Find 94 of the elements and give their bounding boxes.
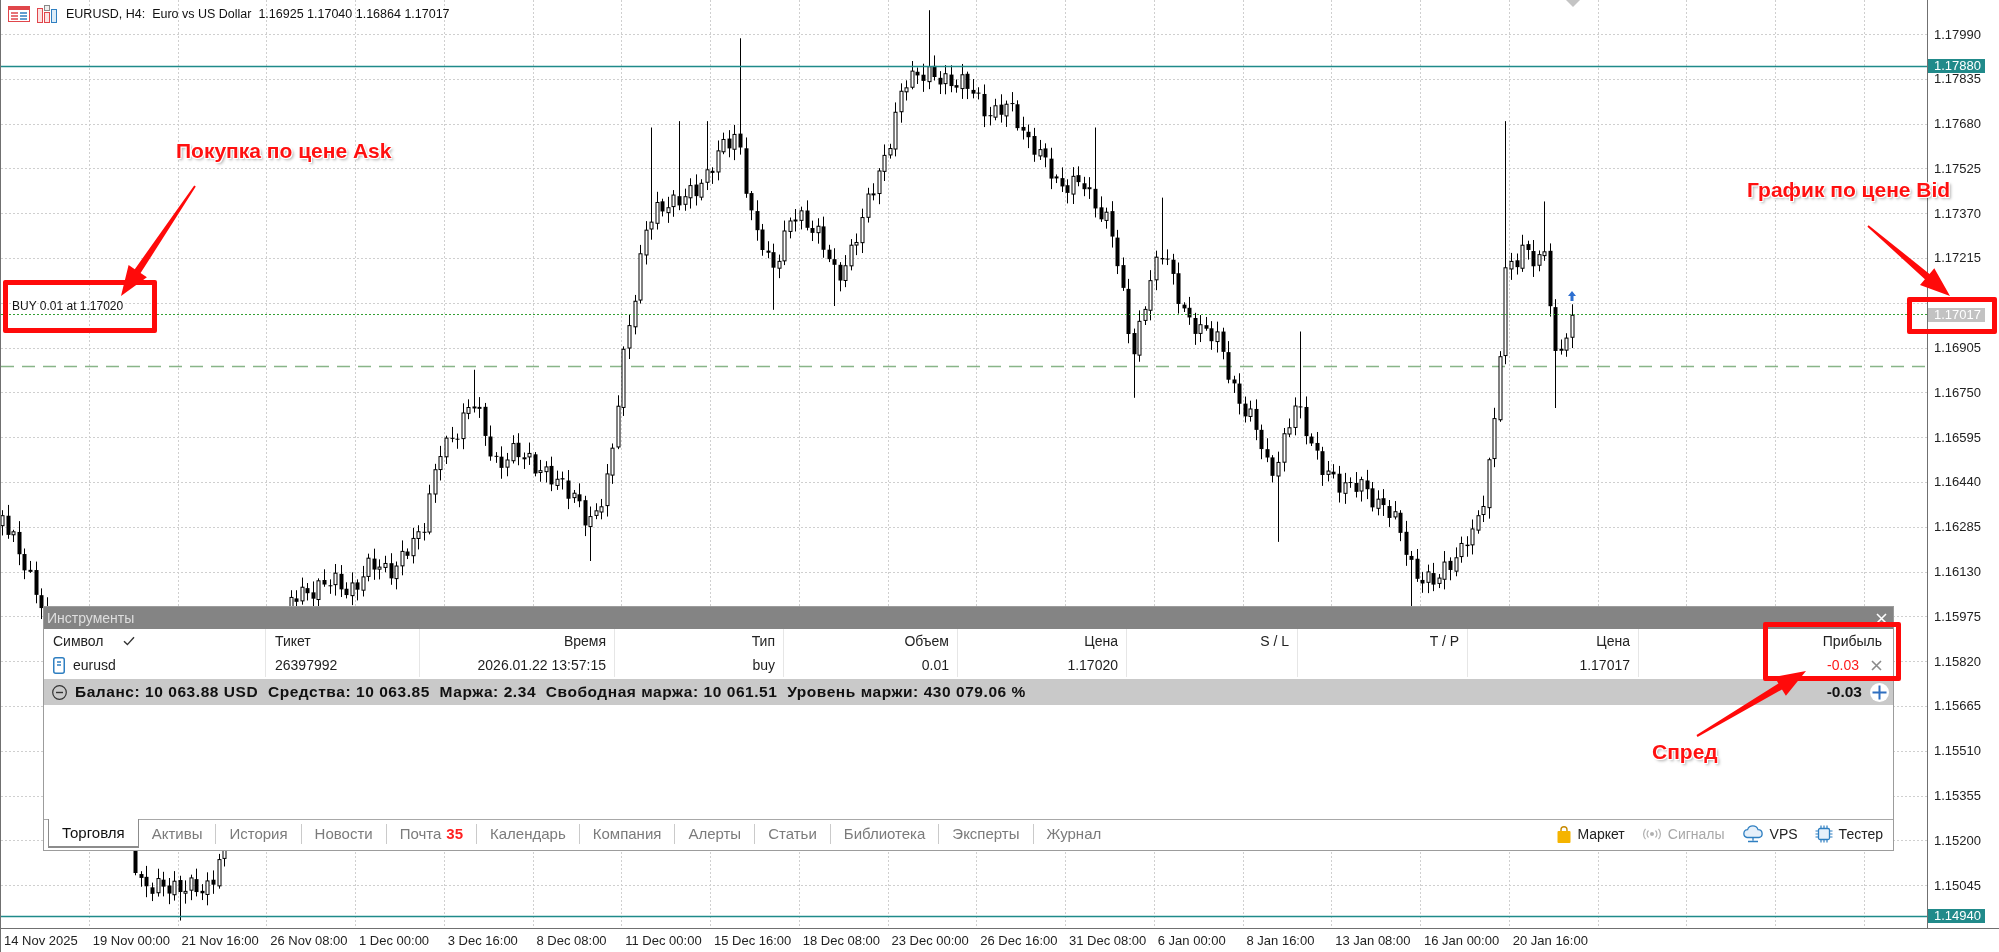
document-icon xyxy=(53,656,65,674)
arrow-up-icon xyxy=(1568,291,1576,301)
table-cell: 1.17020 xyxy=(1067,657,1118,673)
panel-title: Инструменты xyxy=(47,610,135,626)
tab[interactable]: Эксперты xyxy=(938,824,1033,844)
tab[interactable]: Активы xyxy=(138,824,216,844)
tab[interactable]: История xyxy=(215,824,301,844)
price-tag: 1.17017 xyxy=(1928,308,1985,322)
time-axis-label: 26 Nov 08:00 xyxy=(270,933,348,948)
price-axis-label: 1.17835 xyxy=(1934,72,1981,85)
price-axis-label: 1.16285 xyxy=(1934,520,1981,533)
trade-label: BUY 0.01 at 1.17020 xyxy=(12,299,124,313)
time-axis-label: 31 Dec 08:00 xyxy=(1069,933,1147,948)
service-tab[interactable]: Маркет xyxy=(1557,825,1625,843)
price-axis-label: 1.15665 xyxy=(1934,699,1981,712)
time-axis-label: 20 Jan 16:00 xyxy=(1512,933,1588,948)
time-axis-label: 19 Nov 00:00 xyxy=(92,933,171,948)
annotation-text: Покупка по цене Ask xyxy=(176,139,392,162)
price-axis-label: 1.17215 xyxy=(1934,251,1981,264)
time-axis-label: 3 Dec 16:00 xyxy=(447,933,518,948)
table-cell: buy xyxy=(752,657,775,673)
column-header[interactable]: Тикет xyxy=(275,633,311,649)
table-cell: -0.03 xyxy=(1827,657,1859,673)
tab[interactable]: Почта 35 xyxy=(385,824,476,844)
account-summary: Баланс: 10 063.88 USD Средства: 10 063.85 Маржа: 2.34 Свободная маржа: 10 061.51 Уровень маржи: 430 079.06 % xyxy=(75,683,1026,701)
tab[interactable]: Библиотека xyxy=(829,824,939,844)
cloud-icon xyxy=(1741,825,1764,843)
column-header[interactable]: Цена xyxy=(1596,633,1630,649)
price-tag: 1.14940 xyxy=(1928,909,1985,923)
price-axis-label: 1.15355 xyxy=(1934,789,1981,802)
price-axis-label: 1.15200 xyxy=(1934,834,1981,847)
unread-count: 35 xyxy=(446,825,463,843)
time-axis-label: 16 Jan 00:00 xyxy=(1424,933,1500,948)
column-header[interactable]: Прибыль xyxy=(1822,633,1882,649)
close-icon[interactable] xyxy=(1871,659,1882,671)
price-axis-label: 1.16905 xyxy=(1934,341,1981,354)
table-cell: 2026.01.22 13:57:15 xyxy=(477,657,606,673)
price-axis-label: 1.17990 xyxy=(1934,28,1981,41)
price-axis-label: 1.16750 xyxy=(1934,386,1981,399)
tab[interactable]: Новости xyxy=(300,824,386,844)
time-axis-label: 11 Dec 00:00 xyxy=(625,933,702,948)
column-header[interactable]: Цена xyxy=(1084,633,1118,649)
chart-title: EURUSD, H4: Euro vs US Dollar 1.16925 1.17040 1.16864 1.17017 xyxy=(66,6,450,22)
check-icon xyxy=(123,636,136,646)
time-axis-label: 13 Jan 08:00 xyxy=(1335,933,1411,948)
column-header[interactable]: Время xyxy=(563,633,606,649)
column-header[interactable]: T / P xyxy=(1429,633,1459,649)
table-cell: 26397992 xyxy=(275,657,338,673)
price-axis-label: 1.15045 xyxy=(1934,879,1981,892)
time-axis-label: 26 Dec 16:00 xyxy=(980,933,1058,948)
service-tab[interactable]: VPS xyxy=(1741,825,1798,843)
price-axis-label: 1.16440 xyxy=(1934,475,1981,488)
price-axis-label: 1.17370 xyxy=(1934,207,1981,220)
plus-icon[interactable] xyxy=(1870,682,1889,702)
table-cell: eurusd xyxy=(73,657,116,673)
tab[interactable]: Торговля xyxy=(48,819,139,848)
annotation-text: Спред xyxy=(1652,740,1718,763)
tab[interactable]: Журнал xyxy=(1032,824,1115,844)
chip-icon xyxy=(1814,825,1833,843)
broadcast-icon xyxy=(1641,828,1662,840)
time-axis-label: 23 Dec 00:00 xyxy=(891,933,969,948)
time-axis-label: 14 Nov 2025 xyxy=(4,933,78,948)
price-tag: 1.17880 xyxy=(1928,59,1985,73)
price-axis-label: 1.15975 xyxy=(1934,610,1981,623)
time-axis-label: 15 Dec 16:00 xyxy=(714,933,792,948)
table-icon[interactable] xyxy=(8,6,30,22)
tab[interactable]: Алерты xyxy=(674,824,755,844)
price-axis-label: 1.16130 xyxy=(1934,565,1981,578)
service-tab[interactable]: Тестер xyxy=(1814,825,1883,843)
table-cell: 0.01 xyxy=(921,657,949,673)
tab[interactable]: Компания xyxy=(578,824,675,844)
time-axis-label: 8 Jan 16:00 xyxy=(1246,933,1315,948)
price-axis-label: 1.17680 xyxy=(1934,117,1981,130)
price-axis-label: 1.15820 xyxy=(1934,655,1981,668)
tab[interactable]: Календарь xyxy=(476,824,579,844)
triangle-marker-icon xyxy=(1566,0,1580,7)
time-axis-label: 6 Jan 00:00 xyxy=(1157,933,1226,948)
table-cell: 1.17017 xyxy=(1579,657,1630,673)
price-axis-label: 1.15510 xyxy=(1934,744,1981,757)
shopping-bag-icon xyxy=(1557,825,1572,843)
time-axis-label: 1 Dec 00:00 xyxy=(359,933,430,948)
column-header[interactable]: Объем xyxy=(904,633,949,649)
time-axis-label: 21 Nov 16:00 xyxy=(181,933,259,948)
column-header[interactable]: S / L xyxy=(1260,633,1289,649)
bar-chart-icon[interactable] xyxy=(37,5,57,23)
total-profit: -0.03 xyxy=(1826,683,1862,701)
price-axis-label: 1.16595 xyxy=(1934,431,1981,444)
column-header[interactable]: Тип xyxy=(751,633,775,649)
minus-circle-icon[interactable] xyxy=(52,684,67,700)
column-header[interactable]: Символ xyxy=(53,633,136,649)
price-axis-label: 1.17525 xyxy=(1934,162,1981,175)
time-axis-label: 18 Dec 08:00 xyxy=(802,933,881,948)
tab[interactable]: Статьи xyxy=(754,824,830,844)
time-axis-label: 8 Dec 08:00 xyxy=(536,933,607,948)
